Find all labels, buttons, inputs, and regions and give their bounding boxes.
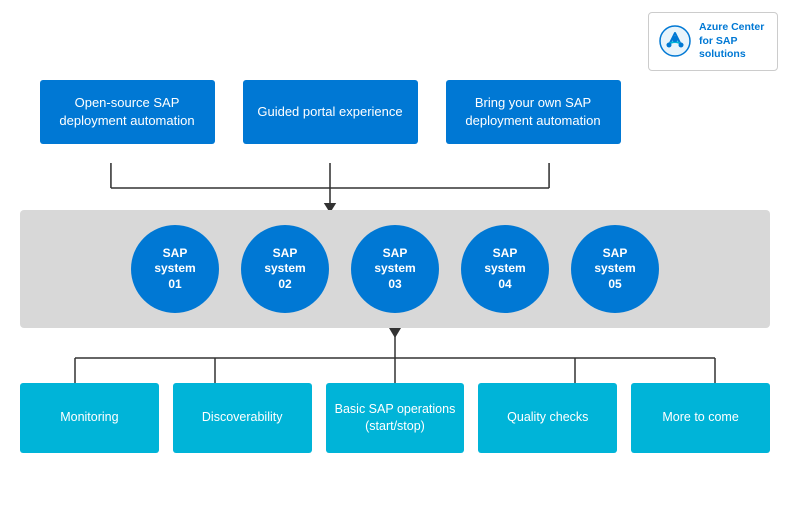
bottom-box-basic-sap-ops: Basic SAP operations (start/stop) <box>326 383 465 453</box>
bottom-box-quality-checks: Quality checks <box>478 383 617 453</box>
bottom-boxes-row: Monitoring Discoverability Basic SAP ope… <box>20 383 770 453</box>
connectors-bottom <box>20 328 770 386</box>
sap-system-02: SAPsystem02 <box>241 225 329 313</box>
azure-logo-icon <box>659 25 691 57</box>
top-box-open-source: Open-source SAP deployment automation <box>40 80 215 144</box>
sap-system-05: SAPsystem05 <box>571 225 659 313</box>
top-box-guided-portal: Guided portal experience <box>243 80 418 144</box>
connectors-top <box>20 163 640 213</box>
top-box-bring-your-own: Bring your own SAP deployment automation <box>446 80 621 144</box>
azure-badge-text: Azure Centerfor SAPsolutions <box>699 21 764 62</box>
azure-badge: Azure Centerfor SAPsolutions <box>648 12 778 71</box>
bottom-box-more-to-come: More to come <box>631 383 770 453</box>
top-boxes-row: Open-source SAP deployment automation Gu… <box>20 80 640 144</box>
bottom-box-discoverability: Discoverability <box>173 383 312 453</box>
bottom-box-monitoring: Monitoring <box>20 383 159 453</box>
sap-system-04: SAPsystem04 <box>461 225 549 313</box>
sap-system-03: SAPsystem03 <box>351 225 439 313</box>
gray-band: SAPsystem01 SAPsystem02 SAPsystem03 SAPs… <box>20 210 770 328</box>
sap-system-01: SAPsystem01 <box>131 225 219 313</box>
